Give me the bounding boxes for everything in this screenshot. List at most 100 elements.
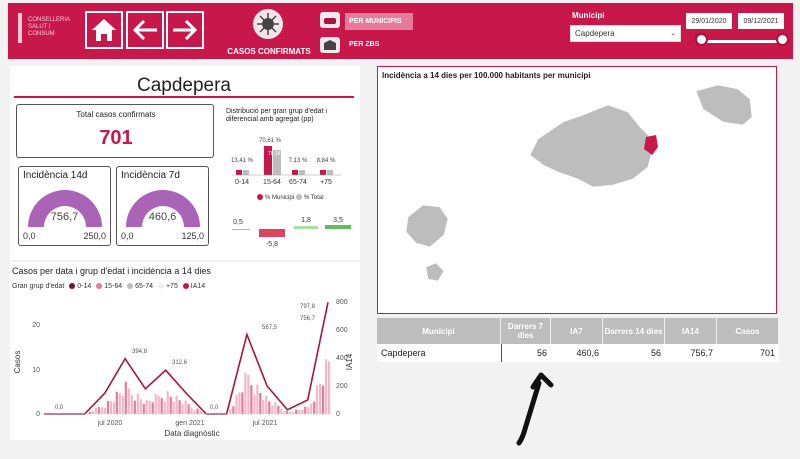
annot-6: 756,7 bbox=[300, 316, 316, 322]
case-bar bbox=[304, 406, 307, 414]
map-mallorca bbox=[529, 104, 654, 188]
distribution-chart: 13,41 % 70,61 % 76,18 7,13 % 8,84 % 0-14… bbox=[231, 138, 351, 248]
dist-label-15-64: 70,61 % bbox=[259, 138, 282, 144]
x-tick-jul2021: jul 2021 bbox=[252, 420, 278, 427]
case-bar bbox=[100, 407, 103, 414]
case-bar bbox=[244, 372, 247, 414]
case-bar bbox=[115, 391, 118, 414]
dist-group-15-64: 15-64 bbox=[263, 179, 281, 186]
case-bar bbox=[313, 401, 316, 414]
municipi-label: Municipi bbox=[572, 11, 605, 20]
col-ia14[interactable]: IA14 bbox=[665, 318, 717, 344]
cell-d7: 56 bbox=[501, 344, 551, 362]
ia14-line bbox=[44, 302, 329, 415]
municipis-option-button[interactable] bbox=[320, 12, 340, 28]
cell-municipi: Capdepera bbox=[381, 348, 426, 358]
map-menorca bbox=[695, 84, 753, 126]
municipi-table: Municipi Darrers 7 dies IA7 Darrers 14 d… bbox=[377, 318, 779, 362]
zbs-option-button[interactable] bbox=[320, 37, 340, 53]
case-bar bbox=[247, 374, 250, 414]
case-bar bbox=[199, 410, 202, 414]
case-bar bbox=[274, 402, 277, 414]
legend-0-14: 0-14 bbox=[77, 283, 92, 290]
case-bar bbox=[166, 391, 169, 414]
forward-button[interactable] bbox=[166, 11, 204, 49]
diff-label-65-74: 1,8 bbox=[301, 217, 311, 224]
home-icon bbox=[92, 19, 116, 41]
x-tick-jul2020: jul 2020 bbox=[97, 420, 123, 427]
arrow-left-icon bbox=[132, 19, 157, 41]
conselleria-logo: CONSELLERIA SALUT I CONSUM bbox=[18, 11, 78, 51]
legend-total: % Total bbox=[304, 195, 324, 201]
total-cases-card: Total casos confirmats 701 bbox=[16, 104, 214, 158]
diff-bar-75 bbox=[325, 225, 351, 229]
col-darrers-14[interactable]: Darrers 14 dies bbox=[603, 318, 665, 344]
balearic-map[interactable] bbox=[378, 67, 776, 313]
incidence-14d-card: Incidència 14d 756,7 0,0 250,0 bbox=[18, 166, 111, 246]
timeseries-legend: Gran grup d'edat 0-14 15-64 65-74 +75 IA… bbox=[12, 283, 205, 290]
casos-confirmats-label: CASOS CONFIRMATS bbox=[227, 47, 311, 56]
case-bar bbox=[112, 402, 115, 414]
case-bar bbox=[229, 409, 232, 414]
case-bar bbox=[127, 388, 130, 414]
slider-handle-end[interactable] bbox=[776, 33, 789, 46]
incidence-7d-card: Incidència 7d 460,6 0,0 125,0 bbox=[116, 166, 209, 246]
incidence-7d-title: Incidència 7d bbox=[121, 170, 180, 181]
municipis-option-label[interactable]: PER MUNICIPIS bbox=[345, 13, 413, 30]
date-from-input[interactable]: 29/01/2020 bbox=[686, 13, 732, 29]
dist-bar-total-65-74 bbox=[299, 170, 305, 175]
case-bar bbox=[130, 394, 133, 414]
municipi-select[interactable]: Capdepera ⌄ bbox=[570, 25, 681, 42]
legend-65-74: 65-74 bbox=[135, 283, 154, 290]
case-bar bbox=[232, 406, 235, 414]
dist-label-65-74: 7,13 % bbox=[289, 158, 308, 164]
slider-handle-start[interactable] bbox=[695, 33, 708, 46]
col-darrers-7[interactable]: Darrers 7 dies bbox=[501, 318, 551, 344]
case-bar bbox=[97, 407, 100, 414]
dist-label-0-14: 13,41 % bbox=[231, 158, 254, 164]
case-bar bbox=[142, 403, 145, 414]
case-bar bbox=[319, 384, 322, 414]
distribution-title: Distribució per gran grup d'edat i difer… bbox=[226, 108, 327, 123]
annot-2: 312,6 bbox=[172, 360, 188, 366]
chevron-down-icon: ⌄ bbox=[670, 30, 676, 37]
case-bar bbox=[289, 411, 292, 414]
case-bar bbox=[253, 394, 256, 414]
y-right-tick-800: 800 bbox=[336, 299, 348, 306]
diff-bar-0-14 bbox=[232, 229, 250, 230]
incidence-14d-title: Incidència 14d bbox=[23, 170, 88, 181]
case-bar bbox=[280, 408, 283, 414]
case-bar bbox=[277, 405, 280, 414]
dist-bar-municipi-0-14 bbox=[236, 170, 242, 175]
legend-15-64: 15-64 bbox=[104, 283, 123, 290]
case-bar bbox=[91, 411, 94, 414]
case-bar bbox=[172, 401, 175, 414]
table-row[interactable]: Capdepera 56 460,6 56 756,7 701 bbox=[377, 344, 779, 362]
diff-bar-65-74 bbox=[294, 226, 318, 229]
case-bar bbox=[145, 399, 148, 414]
home-button[interactable] bbox=[85, 11, 123, 49]
case-bar bbox=[271, 405, 274, 414]
cell-d14: 56 bbox=[650, 348, 661, 358]
back-button[interactable] bbox=[126, 11, 164, 49]
col-ia7[interactable]: IA7 bbox=[551, 318, 603, 344]
col-municipi[interactable]: Municipi bbox=[377, 318, 501, 344]
case-bar bbox=[154, 394, 157, 414]
zbs-option-label[interactable]: PER ZBS bbox=[349, 41, 379, 48]
date-range-slider[interactable] bbox=[702, 40, 784, 43]
casos-confirmats-button[interactable] bbox=[253, 9, 283, 39]
dist-label-75: 8,84 % bbox=[317, 158, 336, 164]
col-casos[interactable]: Casos bbox=[717, 318, 779, 344]
incidence-7d-max: 125,0 bbox=[181, 231, 204, 241]
x-tick-gen2021: gen 2021 bbox=[175, 420, 204, 427]
case-bar bbox=[301, 409, 304, 414]
case-bar bbox=[139, 399, 142, 414]
diff-bar-15-64 bbox=[259, 229, 285, 237]
map-formentera bbox=[425, 262, 445, 282]
y-right-tick-0: 0 bbox=[336, 411, 340, 418]
building-icon bbox=[324, 40, 336, 50]
diff-label-15-64: -5,8 bbox=[266, 241, 278, 248]
date-to-input[interactable]: 09/12/2021 bbox=[738, 13, 784, 29]
header-bar: CONSELLERIA SALUT I CONSUM CASOS CONFIRMA… bbox=[8, 3, 793, 59]
dist-group-75: +75 bbox=[320, 179, 332, 186]
